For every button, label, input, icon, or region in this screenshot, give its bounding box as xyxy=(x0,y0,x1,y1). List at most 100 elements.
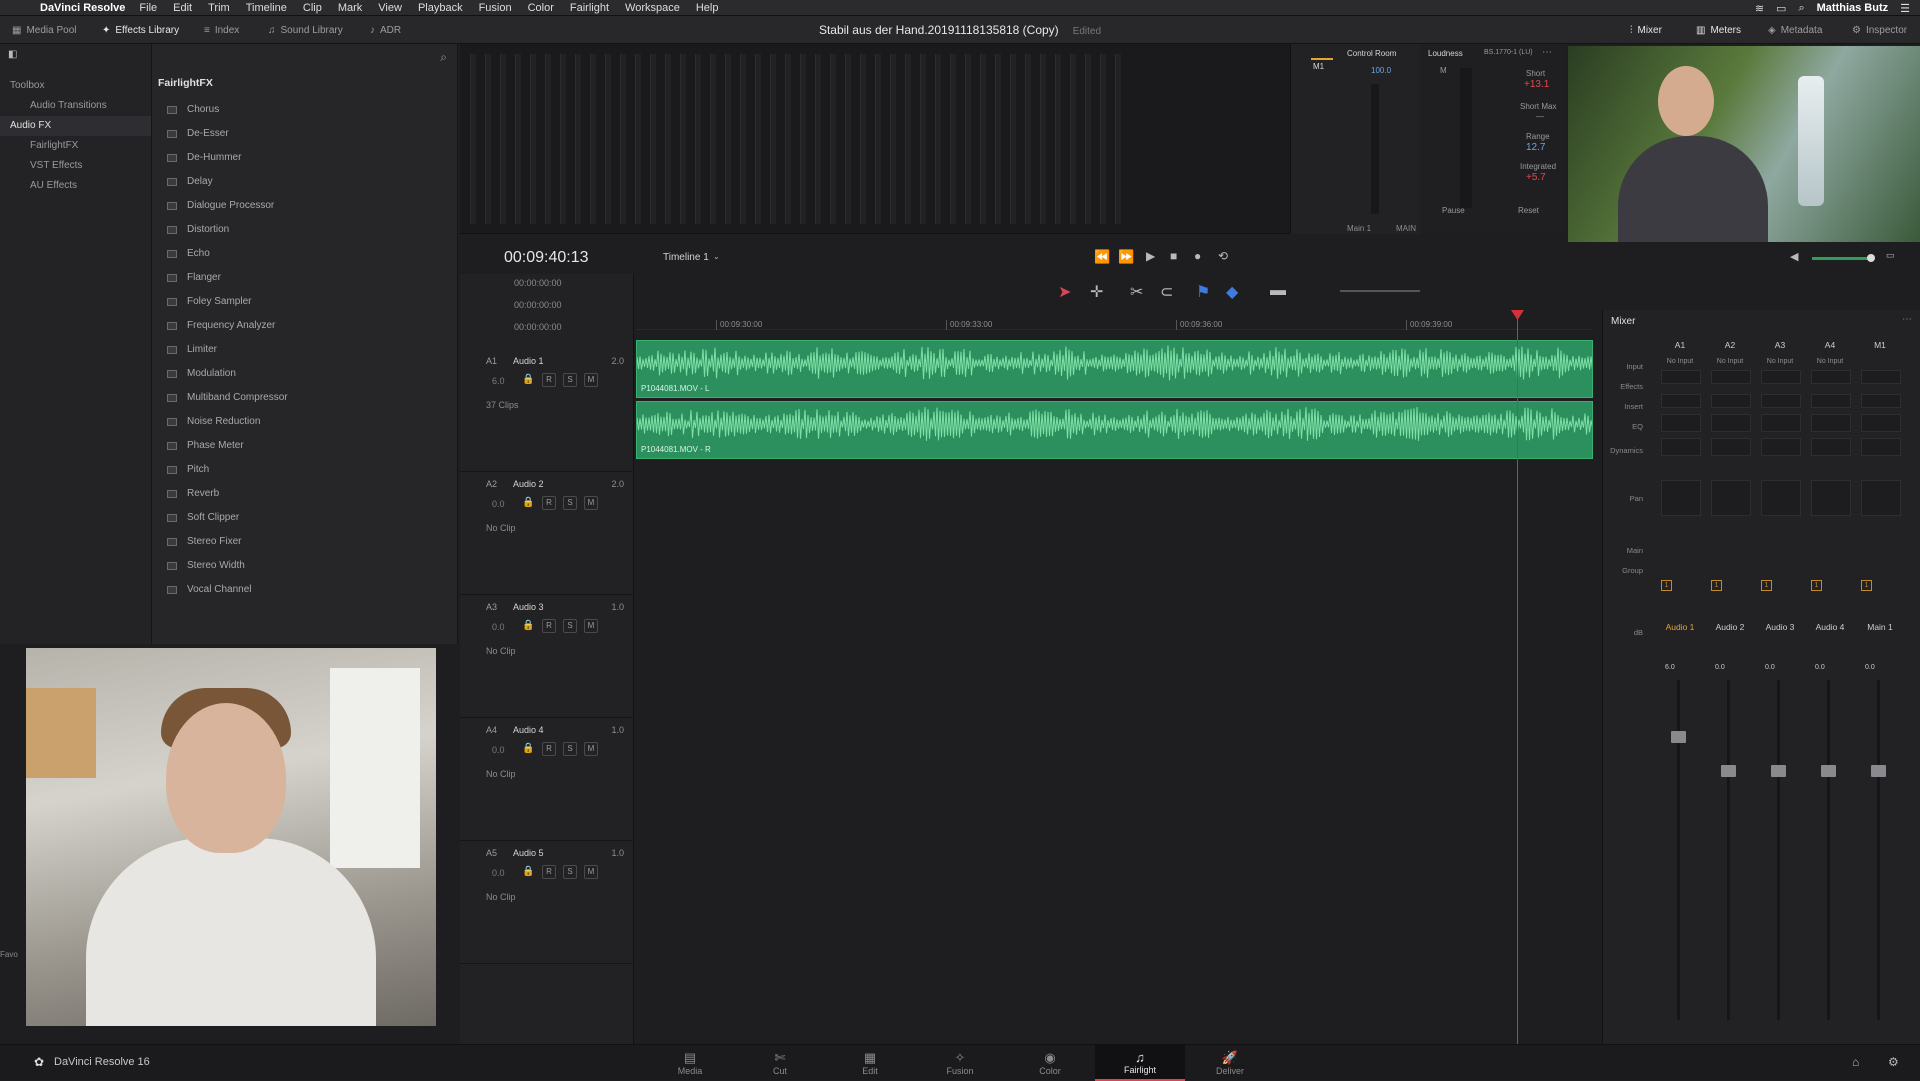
tree-item-fairlightfx[interactable]: FairlightFX xyxy=(0,136,151,156)
wifi-icon[interactable]: ≋ xyxy=(1755,2,1764,15)
page-tab-fairlight[interactable]: ♫ Fairlight xyxy=(1095,1045,1185,1081)
volume-slider[interactable] xyxy=(1812,257,1872,260)
menu-fairlight[interactable]: Fairlight xyxy=(570,2,609,14)
select-tool-icon[interactable]: ➤ xyxy=(1058,282,1071,302)
mixer-channel-name[interactable]: Audio 1 xyxy=(1657,622,1703,632)
fx-item[interactable]: Modulation xyxy=(152,362,457,386)
track-name[interactable]: Audio 1 xyxy=(513,356,544,366)
main-assign-button[interactable]: 1 xyxy=(1861,580,1872,591)
mixer-channel-name[interactable]: Audio 4 xyxy=(1807,622,1853,632)
settings-icon[interactable]: ⚙ xyxy=(1888,1055,1899,1069)
tree-item-audio-transitions[interactable]: Audio Transitions xyxy=(0,96,151,116)
solo-button[interactable]: S xyxy=(563,496,577,510)
tree-item-au-effects[interactable]: AU Effects xyxy=(0,176,151,196)
stop-icon[interactable]: ■ xyxy=(1170,249,1177,263)
fx-item[interactable]: Distortion xyxy=(152,218,457,242)
record-arm-button[interactable]: R xyxy=(542,373,556,387)
track-name[interactable]: Audio 4 xyxy=(513,725,544,735)
record-icon[interactable]: ● xyxy=(1194,249,1201,263)
effects-slot[interactable] xyxy=(1861,370,1901,384)
menu-color[interactable]: Color xyxy=(528,2,554,14)
track-volume[interactable]: 6.0 xyxy=(492,376,505,386)
track-header[interactable]: A1 Audio 1 2.0 6.0 🔒 R S M 37 Clips xyxy=(460,350,634,472)
record-arm-button[interactable]: R xyxy=(542,865,556,879)
battery-icon[interactable]: ▭ xyxy=(1776,2,1786,15)
solo-button[interactable]: S xyxy=(563,865,577,879)
volume-slider-knob[interactable] xyxy=(1867,254,1875,262)
menu-fusion[interactable]: Fusion xyxy=(479,2,512,14)
search-icon[interactable]: ⌕ xyxy=(1798,2,1804,15)
main-assign-button[interactable]: 1 xyxy=(1661,580,1672,591)
page-tab-color[interactable]: ◉ Color xyxy=(1005,1045,1095,1081)
fx-item[interactable]: Foley Sampler xyxy=(152,290,457,314)
fx-item[interactable]: Stereo Width xyxy=(152,554,457,578)
playhead[interactable] xyxy=(1517,312,1518,1044)
track-volume[interactable]: 0.0 xyxy=(492,622,505,632)
solo-button[interactable]: S xyxy=(563,619,577,633)
fx-item[interactable]: Reverb xyxy=(152,482,457,506)
volume-fader[interactable] xyxy=(1777,680,1780,1020)
dynamics-graph[interactable] xyxy=(1861,438,1901,456)
audio-clip-right[interactable]: P1044081.MOV - R xyxy=(636,401,1593,459)
tree-item-vst-effects[interactable]: VST Effects xyxy=(0,156,151,176)
fx-item[interactable]: Echo xyxy=(152,242,457,266)
timeline-selector[interactable]: Timeline 1 xyxy=(663,252,709,263)
snap-icon[interactable]: ⊂ xyxy=(1160,282,1173,302)
sound-library-button[interactable]: ♫ Sound Library xyxy=(268,16,343,44)
track-header[interactable]: A3 Audio 3 1.0 0.0 🔒 R S M No Clip xyxy=(460,596,634,718)
chevron-down-icon[interactable]: ⌄ xyxy=(713,252,720,261)
solo-button[interactable]: S xyxy=(563,373,577,387)
effects-slot[interactable] xyxy=(1661,370,1701,384)
fx-item[interactable]: Vocal Channel xyxy=(152,578,457,602)
track-header[interactable]: A5 Audio 5 1.0 0.0 🔒 R S M No Clip xyxy=(460,842,634,964)
flag-icon[interactable]: ⚑ xyxy=(1196,282,1210,302)
mute-button[interactable]: M xyxy=(584,496,598,510)
pan-control[interactable] xyxy=(1711,480,1751,516)
lock-icon[interactable]: 🔒 xyxy=(522,866,534,877)
fader-knob[interactable] xyxy=(1721,765,1736,777)
page-tab-deliver[interactable]: 🚀 Deliver xyxy=(1185,1045,1275,1081)
page-tab-fusion[interactable]: ✧ Fusion xyxy=(915,1045,1005,1081)
more-icon[interactable]: ⋯ xyxy=(1542,47,1552,58)
marker-icon[interactable]: ◆ xyxy=(1226,282,1238,302)
inspector-button[interactable]: ⚙ Inspector xyxy=(1852,16,1907,44)
fx-item[interactable]: Stereo Fixer xyxy=(152,530,457,554)
play-icon[interactable]: ▶ xyxy=(1146,249,1155,263)
track-volume[interactable]: 0.0 xyxy=(492,499,505,509)
video-viewer[interactable] xyxy=(1568,46,1920,242)
fader-knob[interactable] xyxy=(1671,731,1686,743)
timeline-ruler[interactable]: 00:09:30:00 00:09:33:00 00:09:36:00 00:09:3… xyxy=(636,304,1593,330)
lock-icon[interactable]: 🔒 xyxy=(522,743,534,754)
lock-icon[interactable]: 🔒 xyxy=(522,620,534,631)
home-icon[interactable]: ⌂ xyxy=(1852,1055,1859,1069)
eq-graph[interactable] xyxy=(1811,414,1851,432)
panel-toggle-icon[interactable]: ◧ xyxy=(8,49,17,60)
insert-slot[interactable] xyxy=(1861,394,1901,408)
page-tab-edit[interactable]: ▦ Edit xyxy=(825,1045,915,1081)
rewind-icon[interactable]: ⏪ xyxy=(1094,249,1110,265)
effects-slot[interactable] xyxy=(1761,370,1801,384)
menu-clip[interactable]: Clip xyxy=(303,2,322,14)
metadata-button[interactable]: ◈ Metadata xyxy=(1768,16,1822,44)
effects-library-button[interactable]: ✦ Effects Library xyxy=(102,16,179,44)
fader-knob[interactable] xyxy=(1821,765,1836,777)
dynamics-graph[interactable] xyxy=(1711,438,1751,456)
fx-item[interactable]: Limiter xyxy=(152,338,457,362)
pan-control[interactable] xyxy=(1811,480,1851,516)
fx-item[interactable]: Dialogue Processor xyxy=(152,194,457,218)
fx-item[interactable]: De-Hummer xyxy=(152,146,457,170)
volume-fader[interactable] xyxy=(1827,680,1830,1020)
record-arm-button[interactable]: R xyxy=(542,619,556,633)
audio-clip-left[interactable]: P1044081.MOV - L xyxy=(636,340,1593,398)
app-menu[interactable]: DaVinci Resolve xyxy=(40,2,125,14)
track-header[interactable]: A2 Audio 2 2.0 0.0 🔒 R S M No Clip xyxy=(460,473,634,595)
dynamics-graph[interactable] xyxy=(1661,438,1701,456)
pan-control[interactable] xyxy=(1661,480,1701,516)
fx-item[interactable]: Flanger xyxy=(152,266,457,290)
main-assign-button[interactable]: 1 xyxy=(1761,580,1772,591)
loudness-standard[interactable]: BS.1770-1 (LU) xyxy=(1484,49,1533,56)
solo-button[interactable]: S xyxy=(563,742,577,756)
insert-slot[interactable] xyxy=(1661,394,1701,408)
effects-slot[interactable] xyxy=(1811,370,1851,384)
loop-icon[interactable]: ⟲ xyxy=(1218,249,1228,263)
